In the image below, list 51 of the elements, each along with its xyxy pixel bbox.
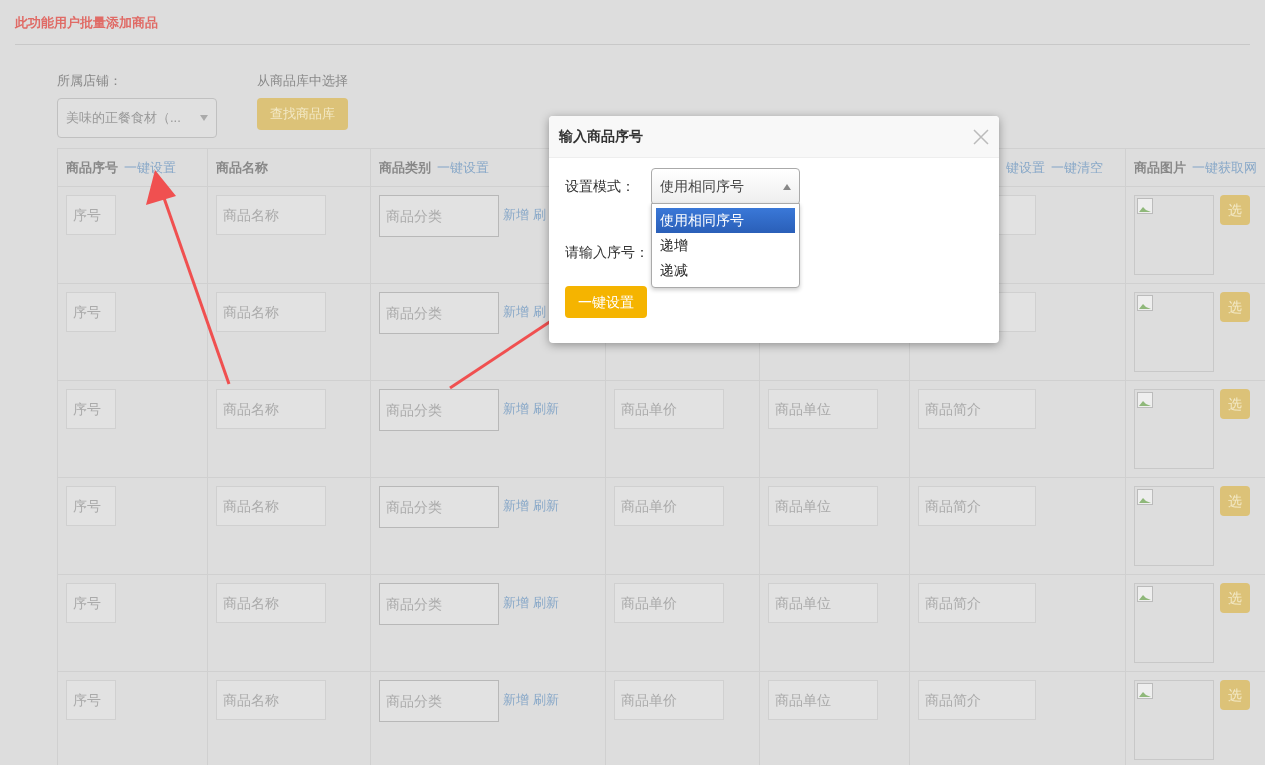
link[interactable]: 新增 [503,593,530,613]
text-field[interactable]: 序号 [66,292,116,332]
link[interactable]: 刷新 [533,399,560,419]
select-button[interactable]: 选 [1220,292,1251,322]
link[interactable]: 刷 [533,205,547,225]
apply-button[interactable]: 一键设置 [565,286,647,318]
link[interactable]: 刷新 [533,690,560,710]
field-label: 请输入序号： [565,242,650,262]
select-button[interactable]: 选 [1220,583,1251,613]
link[interactable]: 刷 [533,302,547,322]
link[interactable]: 新增 [503,302,530,322]
column-header: 商品图片 [1134,158,1186,177]
caret-icon [783,183,791,190]
link[interactable]: 新增 [503,399,530,419]
broken-image-icon [1137,489,1154,505]
broken-image-icon [1137,198,1154,214]
caret-icon [200,115,208,121]
broken-image-icon [1137,586,1154,602]
link[interactable]: 刷新 [533,496,560,516]
field-label: 设置模式： [565,177,636,196]
link[interactable]: 新增 [503,690,530,710]
mode-select[interactable]: 使用相同序号 [651,168,800,205]
link[interactable]: 刷新 [533,593,560,613]
column-header: 商品类别 [379,158,431,177]
broken-image-icon [1137,392,1154,408]
broken-image-icon [1137,295,1154,311]
select-button[interactable]: 选 [1220,389,1251,419]
text-field[interactable]: 序号 [66,486,116,526]
field-label: 所属店铺： [57,71,123,90]
select-button[interactable]: 选 [1220,680,1251,710]
page-title: 此功能用户批量添加商品 [15,14,159,32]
link[interactable]: 新增 [503,205,530,225]
link[interactable]: 新增 [503,496,530,516]
find-library-button[interactable]: 查找商品库 [257,98,348,130]
dialog-title: 输入商品序号 [559,127,643,146]
close-icon[interactable] [973,128,989,145]
column-header: 商品序号 [66,158,118,177]
text-field[interactable]: 序号 [66,680,116,720]
select-button[interactable]: 选 [1220,486,1251,516]
text-field[interactable]: 序号 [66,583,116,623]
dropdown-option[interactable]: 使用相同序号 [656,208,795,233]
select-button[interactable]: 选 [1220,195,1251,225]
column-header: 商品名称 [215,158,268,177]
text-field[interactable]: 序号 [66,195,116,235]
store-select[interactable]: 美味的正餐食材（... [57,98,217,138]
dropdown-option[interactable]: 递增 [656,233,795,258]
field-label: 从商品库中选择 [257,71,348,90]
text-field[interactable]: 序号 [66,389,116,429]
header-link[interactable]: 键设置 [1006,157,1045,178]
dropdown-option[interactable]: 递减 [656,258,795,283]
broken-image-icon [1137,683,1154,699]
